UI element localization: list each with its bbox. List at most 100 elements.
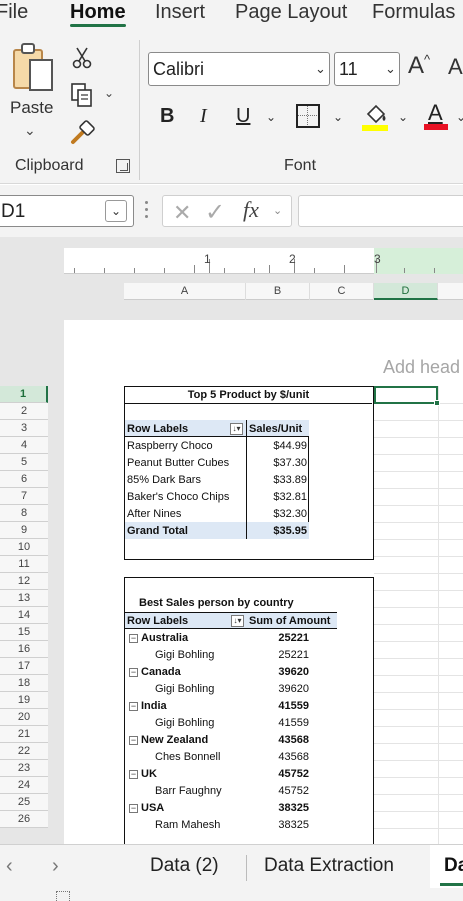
row-header[interactable]: 7: [0, 488, 48, 505]
paste-button[interactable]: Paste: [10, 98, 53, 118]
macro-recording-icon[interactable]: [56, 891, 70, 901]
row-header[interactable]: 15: [0, 624, 48, 641]
pivot-country-total: 41559: [278, 700, 309, 712]
chevron-down-icon[interactable]: ⌄: [333, 110, 343, 124]
row-header[interactable]: 22: [0, 743, 48, 760]
pivot-row-value: $37.30: [273, 457, 307, 469]
dialog-launcher-icon[interactable]: [116, 159, 130, 173]
row-header[interactable]: 11: [0, 556, 48, 573]
pivot-country: Australia: [141, 632, 189, 644]
row-header[interactable]: 10: [0, 539, 48, 556]
chevron-down-icon[interactable]: ⌄: [24, 122, 36, 139]
pivot-country: USA: [141, 802, 165, 814]
column-header-b[interactable]: B: [246, 283, 310, 300]
collapse-icon[interactable]: −: [129, 634, 138, 643]
row-header[interactable]: 20: [0, 709, 48, 726]
pivot-row-label: Raspberry Choco: [127, 440, 213, 452]
sheet-tab-active[interactable]: Da: [444, 855, 463, 877]
sheet-tab-data-2[interactable]: Data (2): [150, 855, 219, 877]
filter-icon[interactable]: ↓▾: [231, 615, 244, 627]
filter-icon[interactable]: ↓▾: [230, 423, 243, 435]
chevron-down-icon[interactable]: ⌄: [273, 204, 282, 217]
row-header[interactable]: 17: [0, 658, 48, 675]
row-header[interactable]: 12: [0, 573, 48, 590]
row-headers: 1 2 3 4 5 6 7 8 9 10 11 12 13 14 15 16 1…: [0, 386, 48, 844]
formula-input[interactable]: [298, 195, 463, 227]
row-header[interactable]: 1: [0, 386, 48, 403]
format-painter-icon[interactable]: [70, 120, 96, 146]
collapse-icon[interactable]: −: [129, 804, 138, 813]
row-header[interactable]: 16: [0, 641, 48, 658]
chevron-down-icon[interactable]: ⌄: [456, 110, 463, 124]
fill-handle[interactable]: [434, 400, 440, 406]
tab-page-layout[interactable]: Page Layout: [235, 0, 347, 24]
row-header[interactable]: 3: [0, 420, 48, 437]
tab-file[interactable]: File: [0, 0, 28, 24]
collapse-icon[interactable]: −: [129, 736, 138, 745]
row-header[interactable]: 9: [0, 522, 48, 539]
column-header-a[interactable]: A: [124, 283, 246, 300]
chevron-down-icon[interactable]: ⌄: [104, 86, 114, 100]
decrease-font-size-icon[interactable]: A: [448, 54, 463, 80]
row-header[interactable]: 19: [0, 692, 48, 709]
row-header[interactable]: 13: [0, 590, 48, 607]
pivot-country-total: 45752: [278, 768, 309, 780]
collapse-icon[interactable]: −: [129, 702, 138, 711]
pivot-person: Barr Faughny: [155, 785, 222, 797]
tab-formulas[interactable]: Formulas: [372, 0, 455, 24]
collapse-icon[interactable]: −: [129, 770, 138, 779]
tab-insert[interactable]: Insert: [155, 0, 205, 24]
selected-cell-d1[interactable]: [374, 386, 438, 404]
pivot-person: Ches Bonnell: [155, 751, 221, 763]
previous-sheet-icon[interactable]: ‹: [6, 855, 13, 878]
row-header[interactable]: 4: [0, 437, 48, 454]
chevron-down-icon[interactable]: ⌄: [385, 61, 396, 77]
collapse-icon[interactable]: −: [129, 668, 138, 677]
row-header[interactable]: 5: [0, 454, 48, 471]
pivot-country: Canada: [141, 666, 181, 678]
row-header[interactable]: 2: [0, 403, 48, 420]
chevron-down-icon[interactable]: ⌄: [398, 110, 408, 124]
italic-button[interactable]: I: [200, 102, 207, 130]
pivot-country-total: 43568: [278, 734, 309, 746]
row-header[interactable]: 6: [0, 471, 48, 488]
add-header-placeholder[interactable]: Add head: [383, 357, 460, 378]
row-header[interactable]: 14: [0, 607, 48, 624]
chevron-down-icon[interactable]: ⌄: [105, 200, 127, 222]
increase-font-size-icon[interactable]: A^: [408, 52, 430, 80]
fill-color-icon[interactable]: [362, 102, 390, 132]
row-header[interactable]: 21: [0, 726, 48, 743]
column-header-c[interactable]: C: [310, 283, 374, 300]
more-options-icon[interactable]: [145, 201, 149, 221]
cancel-icon[interactable]: ✕: [173, 200, 191, 226]
row-header[interactable]: 23: [0, 760, 48, 777]
scissors-icon[interactable]: [70, 46, 94, 70]
copy-icon[interactable]: [70, 82, 94, 108]
next-sheet-icon[interactable]: ›: [52, 855, 59, 878]
font-color-icon[interactable]: A: [424, 100, 450, 132]
row-header[interactable]: 26: [0, 811, 48, 828]
insert-function-icon[interactable]: fx: [243, 197, 259, 223]
column-header-d[interactable]: D: [374, 283, 438, 300]
ribbon: Paste ⌄ ⌄ Clipboard Calibri ⌄ 11 ⌄ A^ A …: [0, 32, 463, 184]
font-size-select[interactable]: 11 ⌄: [334, 52, 400, 86]
underline-button[interactable]: U: [236, 102, 250, 130]
paste-icon[interactable]: [12, 42, 56, 92]
column-headers: A B C D: [124, 283, 463, 300]
chevron-down-icon[interactable]: ⌄: [266, 110, 276, 124]
chevron-down-icon[interactable]: ⌄: [315, 61, 326, 77]
row-header[interactable]: 25: [0, 794, 48, 811]
pivot-person-amount: 43568: [278, 751, 309, 763]
enter-icon[interactable]: ✓: [205, 198, 225, 227]
bold-button[interactable]: B: [160, 102, 174, 130]
font-name-select[interactable]: Calibri ⌄: [148, 52, 330, 86]
row-header[interactable]: 24: [0, 777, 48, 794]
tab-home[interactable]: Home: [70, 0, 126, 24]
sheet-tab-data-extraction[interactable]: Data Extraction: [264, 855, 394, 877]
borders-icon[interactable]: [296, 104, 320, 128]
row-header[interactable]: 18: [0, 675, 48, 692]
formula-controls: ✕ ✓ fx ⌄: [162, 195, 292, 227]
name-box-value: D1: [1, 201, 26, 222]
name-box[interactable]: D1 ⌄: [0, 195, 134, 227]
row-header[interactable]: 8: [0, 505, 48, 522]
